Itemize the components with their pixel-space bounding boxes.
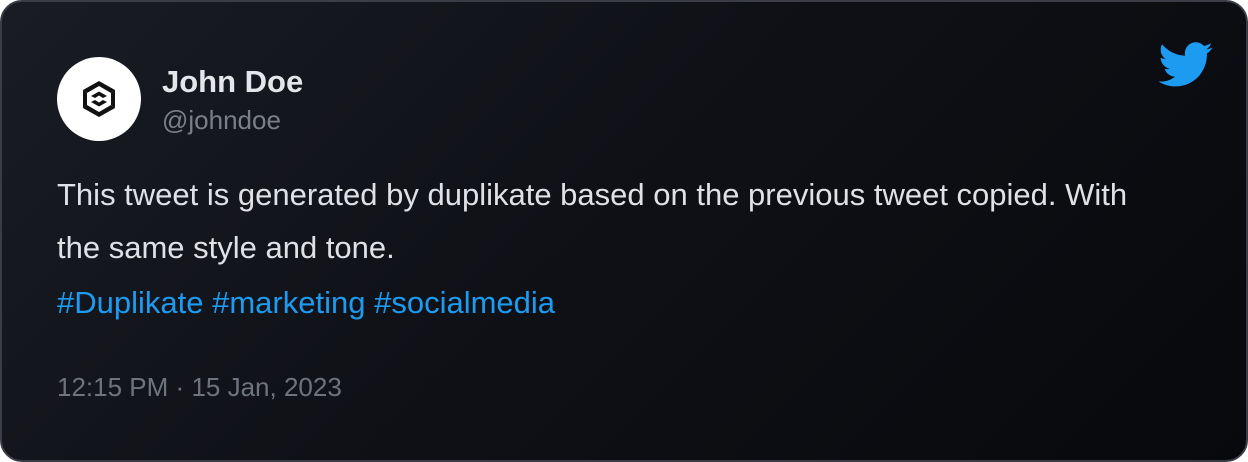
tweet-card: John Doe @johndoe This tweet is generate… [0,0,1248,462]
hashtags: #Duplikate #marketing #socialmedia [57,285,555,321]
geometric-logo-icon [83,81,115,117]
twitter-bird-icon[interactable] [1158,42,1214,88]
tweet-text: This tweet is generated by duplikate bas… [57,177,1128,265]
hashtag-link[interactable]: #marketing [212,285,365,320]
author-name[interactable]: John Doe [162,64,303,100]
timestamp-separator: · [175,372,185,402]
tweet-timestamp[interactable]: 12:15 PM · 15 Jan, 2023 [57,372,342,403]
author-handle[interactable]: @johndoe [162,105,281,136]
tweet-time: 12:15 PM [57,372,169,402]
hashtag-link[interactable]: #Duplikate [57,285,203,320]
hashtag-link[interactable]: #socialmedia [374,285,555,320]
tweet-date: 15 Jan, 2023 [191,372,342,402]
avatar[interactable] [57,57,141,141]
